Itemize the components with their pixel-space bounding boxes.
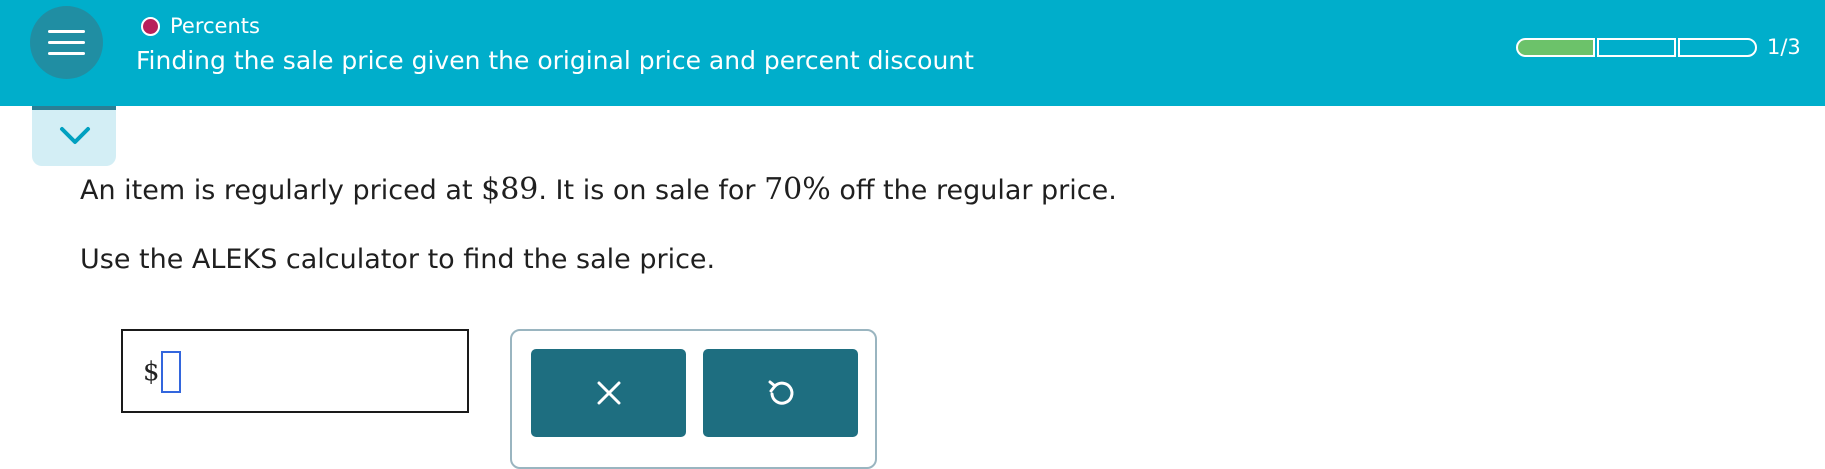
page-title: Finding the sale price given the origina… (136, 46, 974, 75)
topic-label: Percents (170, 14, 260, 38)
hamburger-icon-line (48, 52, 85, 55)
menu-button[interactable] (30, 6, 103, 79)
answer-input[interactable]: $ (121, 329, 469, 413)
progress-segment (1516, 37, 1595, 57)
progress-segment (1678, 37, 1757, 57)
hamburger-icon (48, 30, 85, 33)
question-text: An item is regularly priced at $89. It i… (80, 172, 1117, 207)
top-bar: Percents Finding the sale price given th… (0, 0, 1825, 106)
undo-icon (768, 380, 793, 405)
undo-button[interactable] (703, 349, 858, 437)
currency-prefix: $ (143, 357, 160, 387)
action-panel (510, 329, 877, 469)
topic-row: Percents (141, 12, 260, 40)
progress-indicator: 1/3 (1516, 35, 1801, 59)
answer-cursor[interactable] (161, 351, 181, 393)
collapse-toggle[interactable] (32, 106, 116, 166)
hamburger-icon-line (48, 41, 85, 44)
progress-segment (1597, 37, 1676, 57)
question-part: off the regular price. (830, 175, 1117, 206)
regular-price: $89 (481, 172, 539, 207)
chevron-down-icon (60, 127, 90, 144)
topic-status-icon (141, 16, 160, 36)
x-icon (597, 381, 620, 405)
question-part: An item is regularly priced at (80, 175, 482, 206)
question-part: . It is on sale for (538, 175, 765, 206)
instruction-text: Use the ALEKS calculator to find the sal… (80, 244, 716, 275)
progress-label: 1/3 (1767, 35, 1801, 59)
clear-button[interactable] (531, 349, 686, 437)
discount-percent: 70% (764, 172, 831, 207)
